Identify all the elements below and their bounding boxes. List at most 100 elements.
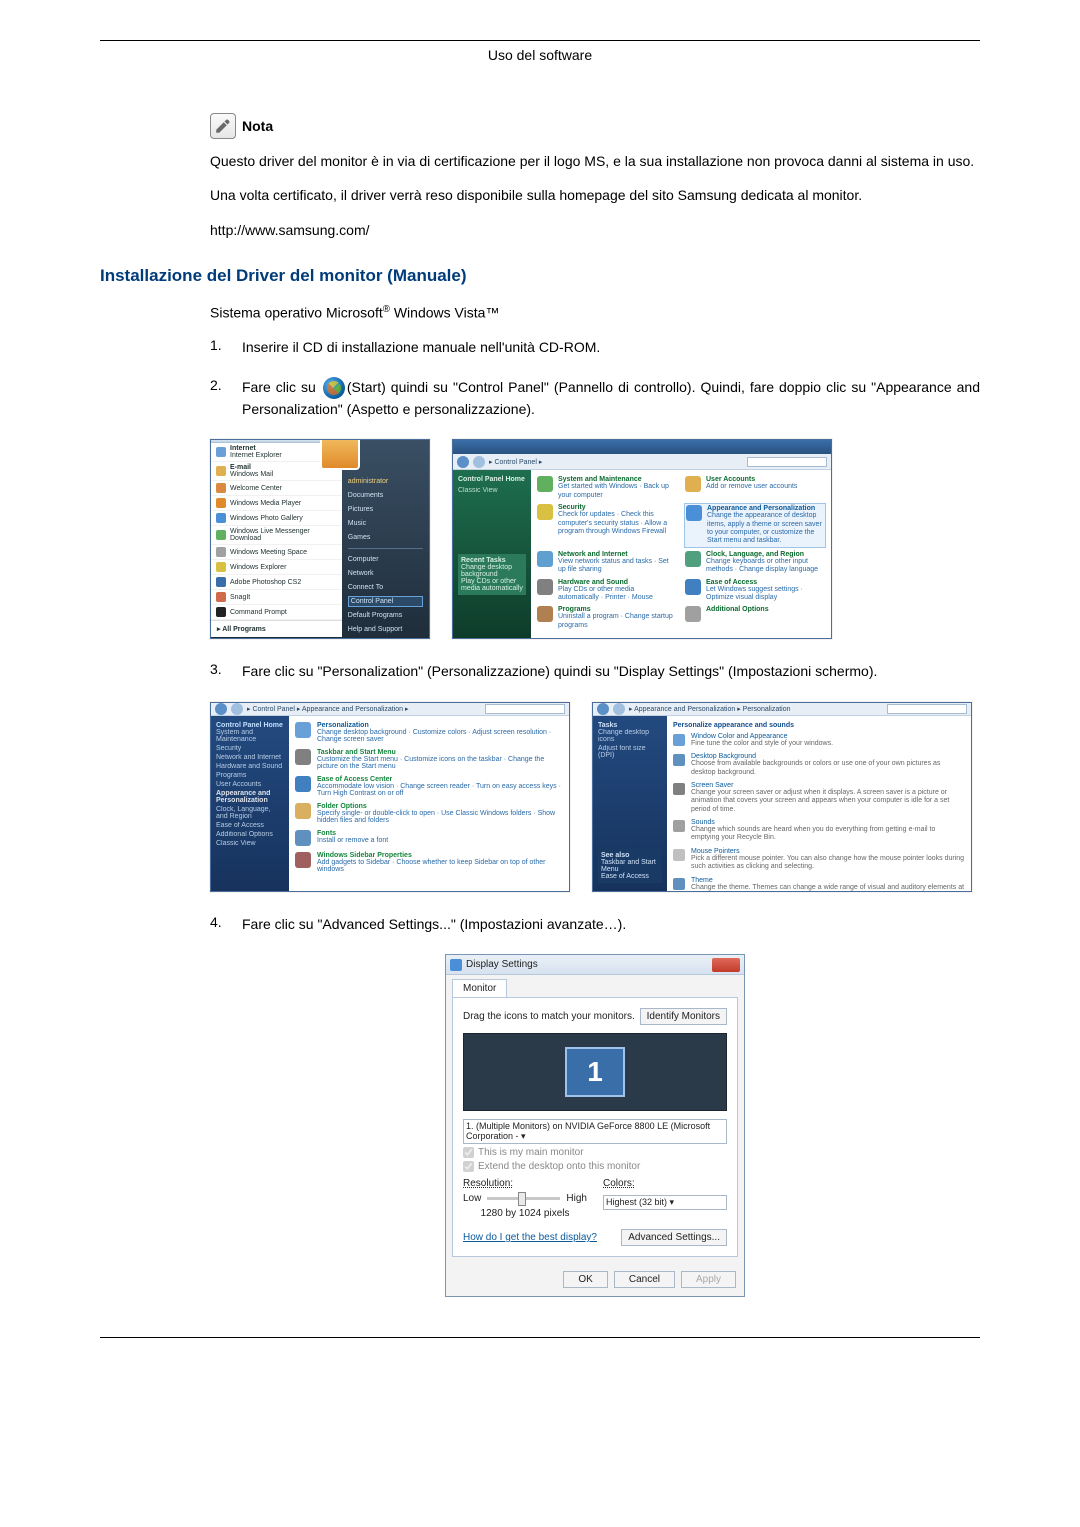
- start-right-item[interactable]: Pictures: [348, 504, 423, 515]
- item-folder-options[interactable]: Folder OptionsSpecify single- or double-…: [295, 803, 563, 824]
- nav-back-icon[interactable]: [215, 703, 227, 715]
- monitor-arrangement[interactable]: 1: [463, 1033, 727, 1111]
- nav-back-icon[interactable]: [597, 703, 609, 715]
- nav-forward-icon[interactable]: [613, 703, 625, 715]
- start-item[interactable]: Adobe Photoshop CS2: [211, 575, 342, 590]
- app-icon: [216, 483, 226, 493]
- search-input[interactable]: [887, 704, 967, 714]
- start-item[interactable]: Windows Meeting Space: [211, 545, 342, 560]
- advanced-settings-button[interactable]: Advanced Settings...: [621, 1229, 727, 1246]
- start-item[interactable]: Windows Live Messenger Download: [211, 526, 342, 545]
- start-search[interactable]: [211, 637, 342, 638]
- breadcrumb[interactable]: ▸ Control Panel ▸: [489, 458, 743, 466]
- item-personalization[interactable]: PersonalizationChange desktop background…: [295, 722, 563, 743]
- sidebar-item-active[interactable]: Appearance and Personalization: [216, 790, 284, 804]
- os-line: Sistema operativo Microsoft® Windows Vis…: [210, 304, 980, 321]
- cat-programs[interactable]: ProgramsUninstall a program · Change sta…: [537, 606, 677, 630]
- item-theme[interactable]: ThemeChange the theme. Themes can change…: [673, 877, 965, 892]
- start-right-item[interactable]: Music: [348, 518, 423, 529]
- item-sidebar[interactable]: Windows Sidebar PropertiesAdd gadgets to…: [295, 852, 563, 873]
- nav-forward-icon[interactable]: [473, 456, 485, 468]
- start-right-item[interactable]: Connect To: [348, 582, 423, 593]
- sidebar-home[interactable]: Control Panel Home: [458, 476, 526, 483]
- cat-system-maintenance[interactable]: System and MaintenanceGet started with W…: [537, 476, 677, 500]
- cat-ease-of-access[interactable]: Ease of AccessLet Windows suggest settin…: [685, 579, 825, 603]
- all-programs[interactable]: ▸ All Programs: [211, 620, 342, 637]
- nav-forward-icon[interactable]: [231, 703, 243, 715]
- monitor-select[interactable]: 1. (Multiple Monitors) on NVIDIA GeForce…: [463, 1119, 727, 1144]
- start-item[interactable]: Command Prompt: [211, 605, 342, 620]
- sidebar-classic-view[interactable]: Classic View: [458, 487, 526, 494]
- sidebar-head[interactable]: Control Panel Home: [216, 722, 284, 729]
- item-fonts[interactable]: FontsInstall or remove a font: [295, 830, 563, 846]
- sidebar-item[interactable]: Programs: [216, 772, 284, 779]
- font-icon: [295, 830, 311, 846]
- resolution-slider[interactable]: Low High: [463, 1193, 587, 1204]
- breadcrumb[interactable]: ▸ Appearance and Personalization ▸ Perso…: [629, 705, 883, 713]
- sidebar-item[interactable]: Network and Internet: [216, 754, 284, 761]
- cat-additional[interactable]: Additional Options: [685, 606, 825, 630]
- sidebar-item[interactable]: User Accounts: [216, 781, 284, 788]
- cat-clock-language[interactable]: Clock, Language, and RegionChange keyboa…: [685, 551, 825, 575]
- start-right-item[interactable]: Help and Support: [348, 624, 423, 635]
- start-item[interactable]: Windows Explorer: [211, 560, 342, 575]
- start-item[interactable]: Welcome Center: [211, 481, 342, 496]
- sidebar-item[interactable]: System and Maintenance: [216, 729, 284, 743]
- sidebar-item[interactable]: Adjust font size (DPI): [598, 745, 662, 759]
- cat-hardware-sound[interactable]: Hardware and SoundPlay CDs or other medi…: [537, 579, 677, 603]
- box-icon: [537, 606, 553, 622]
- start-right-item[interactable]: Games: [348, 532, 423, 543]
- sidebar-item[interactable]: Classic View: [216, 840, 284, 847]
- sidebar-item[interactable]: Ease of Access: [216, 822, 284, 829]
- cat-user-accounts[interactable]: User AccountsAdd or remove user accounts: [685, 476, 825, 500]
- cat-security[interactable]: SecurityCheck for updates · Check this c…: [537, 504, 677, 547]
- close-button[interactable]: [712, 958, 740, 972]
- app-icon: [216, 592, 226, 602]
- monitor-1[interactable]: 1: [565, 1047, 625, 1097]
- colors-label: Colors:: [603, 1178, 727, 1189]
- start-right-item[interactable]: Computer: [348, 554, 423, 565]
- cat-appearance-personalization[interactable]: Appearance and PersonalizationChange the…: [685, 504, 825, 547]
- search-input[interactable]: [485, 704, 565, 714]
- breadcrumb[interactable]: ▸ Control Panel ▸ Appearance and Persona…: [247, 705, 481, 713]
- start-right-item[interactable]: Network: [348, 568, 423, 579]
- start-control-panel[interactable]: Control Panel: [348, 596, 423, 607]
- nav-back-icon[interactable]: [457, 456, 469, 468]
- printer-icon: [537, 579, 553, 595]
- item-taskbar[interactable]: Taskbar and Start MenuCustomize the Star…: [295, 749, 563, 770]
- item-desktop-bg[interactable]: Desktop BackgroundChoose from available …: [673, 753, 965, 777]
- cat-network-internet[interactable]: Network and InternetView network status …: [537, 551, 677, 575]
- slider-low: Low: [463, 1193, 481, 1204]
- app-icon: [216, 607, 226, 617]
- sidebar-item[interactable]: Clock, Language, and Region: [216, 806, 284, 820]
- search-input[interactable]: [747, 457, 827, 467]
- item-screen-saver[interactable]: Screen SaverChange your screen saver or …: [673, 782, 965, 814]
- sidebar-item[interactable]: Change desktop icons: [598, 729, 662, 743]
- start-item[interactable]: Windows Media Player: [211, 496, 342, 511]
- slider-high: High: [566, 1193, 587, 1204]
- taskbar-icon: [295, 749, 311, 765]
- chk-extend-desktop: Extend the desktop onto this monitor: [463, 1161, 727, 1172]
- item-mouse-pointers[interactable]: Mouse PointersPick a different mouse poi…: [673, 848, 965, 872]
- ok-button[interactable]: OK: [563, 1271, 607, 1288]
- slider-thumb[interactable]: [518, 1192, 526, 1206]
- drag-hint: Drag the icons to match your monitors.: [463, 1011, 635, 1022]
- item-window-color[interactable]: Window Color and AppearanceFine tune the…: [673, 733, 965, 748]
- identify-monitors-button[interactable]: Identify Monitors: [640, 1008, 727, 1025]
- sidebar-item[interactable]: Hardware and Sound: [216, 763, 284, 770]
- start-item[interactable]: SnagIt: [211, 590, 342, 605]
- start-right-item[interactable]: Default Programs: [348, 610, 423, 621]
- start-item[interactable]: Windows Photo Gallery: [211, 511, 342, 526]
- help-link[interactable]: How do I get the best display?: [463, 1232, 597, 1243]
- colors-select[interactable]: Highest (32 bit) ▾: [603, 1195, 727, 1210]
- tab-monitor[interactable]: Monitor: [452, 979, 507, 997]
- sidebar-item[interactable]: Additional Options: [216, 831, 284, 838]
- item-ease-center[interactable]: Ease of Access CenterAccommodate low vis…: [295, 776, 563, 797]
- cancel-button[interactable]: Cancel: [614, 1271, 675, 1288]
- start-right-item[interactable]: Documents: [348, 490, 423, 501]
- page-header: Uso del software: [100, 47, 980, 63]
- apply-button[interactable]: Apply: [681, 1271, 736, 1288]
- sidebar-item[interactable]: Security: [216, 745, 284, 752]
- item-sounds[interactable]: SoundsChange which sounds are heard when…: [673, 819, 965, 843]
- shield-icon: [537, 504, 553, 520]
